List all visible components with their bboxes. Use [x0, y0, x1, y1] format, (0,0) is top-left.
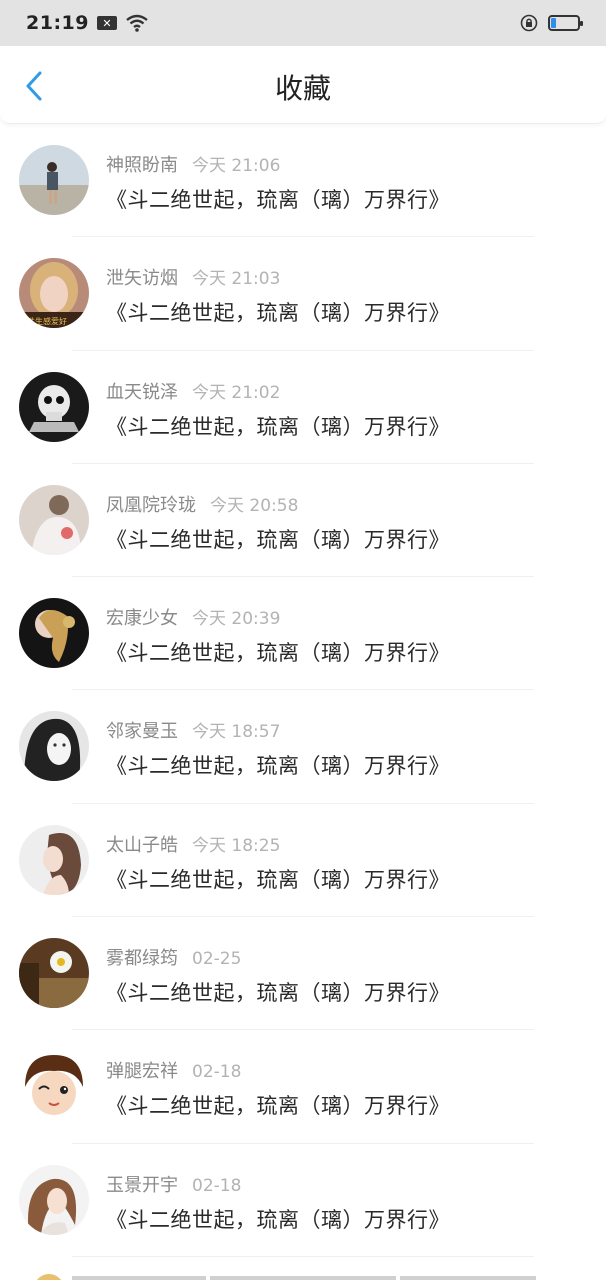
list-item[interactable]: 性生感爱好 泄矢访烟 今天 21:03 《斗二绝世起，琉离（璃）万界行》: [0, 237, 606, 351]
avatar: [34, 1274, 64, 1280]
user-name-text: 宏康少女: [106, 608, 178, 630]
avatar[interactable]: [19, 371, 89, 442]
user-name-text: 泄矢访烟: [106, 268, 178, 290]
user-name-text: 太山子皓: [106, 834, 178, 856]
list-item[interactable]: 雾都绿筠 02-25 《斗二绝世起，琉离（璃）万界行》: [0, 917, 606, 1031]
user-name-text: 凤凰院玲珑: [106, 494, 196, 516]
item-time: 今天 18:25: [192, 835, 281, 856]
item-title: 《斗二绝世起，琉离（璃）万界行》: [106, 414, 450, 439]
item-title: 《斗二绝世起，琉离（璃）万界行》: [106, 641, 450, 666]
favorites-list: 神照盼南 今天 21:06 《斗二绝世起，琉离（璃）万界行》 性生感爱好 泄矢访烟 今天 …: [0, 124, 606, 1257]
user-name-text: 神照盼南: [106, 155, 178, 176]
avatar[interactable]: [19, 484, 89, 555]
list-item[interactable]: 神照盼南 今天 21:06 《斗二绝世起，琉离（璃）万界行》: [0, 124, 606, 238]
item-time: 今天 21:06: [192, 156, 281, 176]
next-item-peek: [0, 1256, 606, 1280]
item-time: 今天 20:58: [210, 495, 299, 516]
user-name: 泄矢访烟 今天 21:03: [106, 264, 280, 290]
battery-icon: [548, 15, 583, 31]
svg-text:性生感爱好: 性生感爱好: [27, 316, 67, 326]
avatar[interactable]: [19, 824, 89, 895]
item-title: 《斗二绝世起，琉离（璃）万界行》: [106, 1207, 450, 1232]
avatar[interactable]: 性生感爱好: [19, 258, 89, 329]
battery-level: [551, 18, 556, 28]
item-time: 今天 18:57: [192, 722, 281, 743]
user-name: 凤凰院玲珑 今天 20:58: [106, 491, 298, 517]
item-title: 《斗二绝世起，琉离（璃）万界行》: [106, 867, 450, 892]
user-name-text: 弹腿宏祥: [106, 1061, 178, 1083]
item-title: 《斗二绝世起，琉离（璃）万界行》: [106, 1094, 450, 1119]
item-time: 02-25: [192, 949, 242, 970]
rotation-lock-icon: [520, 14, 538, 32]
user-name: 弹腿宏祥 02-18: [106, 1057, 241, 1083]
avatar[interactable]: [19, 711, 89, 782]
avatar[interactable]: [19, 598, 89, 669]
item-time: 02-18: [192, 1062, 242, 1083]
user-name: 雾都绿筠 02-25: [106, 944, 241, 970]
status-time: 21:19: [26, 12, 89, 34]
list-item[interactable]: 太山子皓 今天 18:25 《斗二绝世起，琉离（璃）万界行》: [0, 804, 606, 918]
item-time: 02-18: [192, 1175, 242, 1196]
status-right: [520, 14, 583, 32]
user-name-text: 血天锐泽: [106, 381, 178, 403]
avatar[interactable]: [19, 145, 89, 215]
item-title: 《斗二绝世起，琉离（璃）万界行》: [106, 301, 450, 326]
item-time: 今天 21:02: [192, 382, 281, 403]
user-name-text: 玉景开宇: [106, 1174, 178, 1196]
divider: [72, 1276, 206, 1280]
avatar[interactable]: [19, 1051, 89, 1122]
item-time: 今天 21:03: [192, 269, 281, 290]
status-left: 21:19 ✕: [26, 12, 149, 34]
list-item[interactable]: 宏康少女 今天 20:39 《斗二绝世起，琉离（璃）万界行》: [0, 577, 606, 691]
item-title: 《斗二绝世起，琉离（璃）万界行》: [106, 754, 450, 779]
header: 收藏: [0, 46, 606, 124]
user-name: 邻家曼玉 今天 18:57: [106, 717, 280, 743]
list-item[interactable]: 凤凰院玲珑 今天 20:58 《斗二绝世起，琉离（璃）万界行》: [0, 464, 606, 578]
wifi-icon: [126, 14, 148, 32]
user-name: 神照盼南 今天 21:06: [106, 151, 280, 177]
user-name: 太山子皓 今天 18:25: [106, 831, 280, 857]
list-item[interactable]: 玉景开宇 02-18 《斗二绝世起，琉离（璃）万界行》: [0, 1144, 606, 1257]
notification-close-icon: ✕: [96, 16, 117, 30]
item-title: 《斗二绝世起，琉离（璃）万界行》: [106, 981, 450, 1006]
avatar[interactable]: [19, 938, 89, 1009]
user-name: 玉景开宇 02-18: [106, 1171, 241, 1197]
page-title: 收藏: [274, 72, 331, 105]
list-item[interactable]: 弹腿宏祥 02-18 《斗二绝世起，琉离（璃）万界行》: [0, 1030, 606, 1144]
divider: [400, 1276, 536, 1280]
item-title: 《斗二绝世起，琉离（璃）万界行》: [106, 527, 450, 552]
user-name-text: 邻家曼玉: [106, 721, 178, 743]
avatar[interactable]: [19, 1164, 89, 1235]
user-name: 血天锐泽 今天 21:02: [106, 378, 280, 404]
list-item[interactable]: 血天锐泽 今天 21:02 《斗二绝世起，琉离（璃）万界行》: [0, 351, 606, 464]
user-name-text: 雾都绿筠: [106, 948, 178, 970]
status-bar: 21:19 ✕: [0, 0, 606, 46]
item-title: 《斗二绝世起，琉离（璃）万界行》: [106, 188, 450, 212]
item-time: 今天 20:39: [192, 609, 281, 630]
list-item[interactable]: 邻家曼玉 今天 18:57 《斗二绝世起，琉离（璃）万界行》: [0, 690, 606, 804]
divider: [210, 1276, 396, 1280]
user-name: 宏康少女 今天 20:39: [106, 604, 280, 630]
